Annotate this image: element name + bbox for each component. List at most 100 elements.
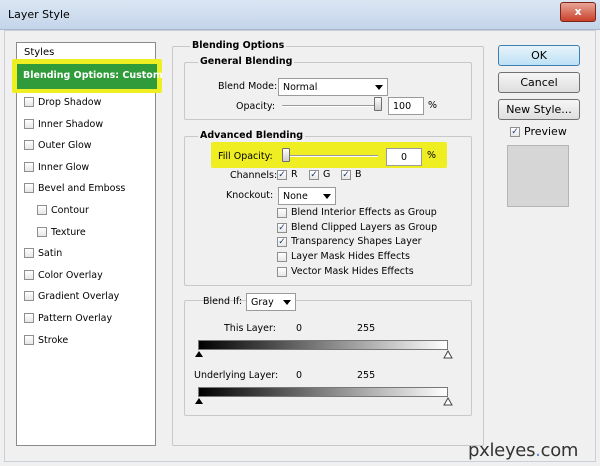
fill-opacity-label: Fill Opacity:	[218, 151, 273, 162]
underlying-layer-gradient	[198, 387, 448, 397]
blend-mode-value: Normal	[283, 82, 318, 93]
fill-opacity-unit: %	[427, 150, 437, 161]
style-label: Color Overlay	[38, 269, 103, 281]
preview-label: Preview	[524, 125, 567, 138]
underlying-layer-label: Underlying Layer:	[194, 370, 279, 381]
style-checkbox[interactable]	[24, 162, 34, 172]
underlying-layer-white-slider[interactable]	[443, 397, 453, 406]
option-transparency-shapes-layer[interactable]: ✓ Transparency Shapes Layer	[277, 236, 422, 247]
opacity-slider-track[interactable]	[282, 105, 382, 107]
option-vector-mask-hides-effects[interactable]: Vector Mask Hides Effects	[277, 266, 414, 277]
styles-item-inner-shadow[interactable]: Inner Shadow	[24, 116, 103, 132]
option-checkbox[interactable]: ✓	[277, 222, 287, 233]
option-layer-mask-hides-effects[interactable]: Layer Mask Hides Effects	[277, 251, 410, 262]
style-checkbox[interactable]	[37, 227, 47, 237]
option-checkbox[interactable]: ✓	[277, 236, 287, 247]
option-checkbox[interactable]	[277, 266, 287, 277]
underlying-layer-min: 0	[296, 370, 303, 381]
fill-opacity-input[interactable]: 0	[386, 148, 422, 166]
option-checkbox[interactable]	[277, 207, 287, 218]
styles-item-outer-glow[interactable]: Outer Glow	[24, 137, 92, 153]
option-blend-interior-effects-as-group[interactable]: Blend Interior Effects as Group	[277, 207, 437, 218]
style-checkbox[interactable]	[24, 291, 34, 301]
blending-options-title: Blending Options	[190, 40, 287, 51]
style-checkbox[interactable]	[24, 140, 34, 150]
option-label: Layer Mask Hides Effects	[291, 251, 410, 262]
styles-item-drop-shadow[interactable]: Drop Shadow	[24, 94, 101, 110]
option-label: Blend Interior Effects as Group	[291, 207, 437, 218]
window-title: Layer Style	[8, 8, 70, 21]
underlying-layer-black-slider[interactable]	[195, 398, 203, 404]
style-label: Inner Shadow	[38, 118, 104, 130]
channel-g[interactable]: ✓ G	[309, 169, 330, 180]
knockout-dropdown[interactable]: None	[278, 187, 336, 205]
styles-item-texture[interactable]: Texture	[37, 224, 86, 240]
option-checkbox[interactable]	[277, 251, 287, 262]
style-checkbox[interactable]	[24, 335, 34, 345]
style-checkbox[interactable]	[24, 270, 34, 280]
blend-if-value: Gray	[251, 297, 274, 308]
ok-button[interactable]: OK	[498, 45, 580, 66]
style-label: Gradient Overlay	[38, 290, 120, 302]
channel-b[interactable]: ✓ B	[341, 169, 362, 180]
style-label: Bevel and Emboss	[38, 182, 126, 194]
style-checkbox[interactable]	[24, 183, 34, 193]
watermark-logo: pxleyes.com	[468, 440, 579, 461]
title-bar: Layer Style x	[0, 0, 600, 30]
preview-toggle[interactable]: ✓ Preview	[510, 125, 567, 138]
underlying-layer-max: 255	[357, 370, 376, 381]
fill-opacity-slider-track[interactable]	[282, 155, 378, 157]
channel-g-checkbox[interactable]: ✓	[309, 169, 319, 180]
style-checkbox[interactable]	[24, 119, 34, 129]
style-checkbox[interactable]	[24, 97, 34, 107]
style-label: Contour	[51, 204, 89, 216]
chevron-down-icon	[283, 300, 291, 305]
blend-if-label: Blend If:	[203, 296, 243, 307]
this-layer-black-slider[interactable]	[195, 351, 203, 357]
new-style-button[interactable]: New Style...	[498, 99, 580, 120]
cancel-button[interactable]: Cancel	[498, 72, 580, 93]
styles-item-contour[interactable]: Contour	[37, 202, 89, 218]
this-layer-white-slider[interactable]	[443, 350, 453, 359]
option-label: Vector Mask Hides Effects	[291, 266, 414, 277]
chevron-down-icon	[323, 194, 331, 199]
blend-mode-dropdown[interactable]: Normal	[278, 78, 388, 96]
blend-if-group	[184, 300, 472, 416]
this-layer-min: 0	[296, 323, 303, 334]
general-blending-title: General Blending	[198, 56, 295, 67]
styles-item-satin[interactable]: Satin	[24, 245, 62, 261]
this-layer-label: This Layer:	[224, 323, 276, 334]
channel-r-label: R	[291, 169, 298, 180]
style-checkbox[interactable]	[24, 248, 34, 258]
opacity-input[interactable]: 100	[388, 97, 424, 115]
style-label: Texture	[51, 226, 86, 238]
close-button[interactable]: x	[560, 2, 596, 22]
opacity-unit: %	[428, 100, 438, 111]
this-layer-gradient	[198, 340, 448, 350]
channels-label: Channels:	[230, 170, 278, 181]
fill-opacity-slider-thumb[interactable]	[282, 148, 290, 162]
option-blend-clipped-layers-as-group[interactable]: ✓ Blend Clipped Layers as Group	[277, 222, 437, 233]
channel-r-checkbox[interactable]: ✓	[277, 169, 287, 180]
styles-item-bevel-and-emboss[interactable]: Bevel and Emboss	[24, 180, 125, 196]
style-label: Stroke	[38, 334, 69, 346]
advanced-blending-title: Advanced Blending	[198, 130, 306, 141]
style-checkbox[interactable]	[37, 205, 47, 215]
styles-item-inner-glow[interactable]: Inner Glow	[24, 159, 89, 175]
opacity-slider-thumb[interactable]	[374, 97, 382, 111]
style-checkbox[interactable]	[24, 313, 34, 323]
styles-item-pattern-overlay[interactable]: Pattern Overlay	[24, 310, 112, 326]
channel-b-checkbox[interactable]: ✓	[341, 169, 351, 180]
blend-mode-label: Blend Mode:	[218, 81, 278, 92]
styles-item-stroke[interactable]: Stroke	[24, 332, 68, 348]
preview-checkbox[interactable]: ✓	[510, 126, 520, 137]
option-label: Transparency Shapes Layer	[291, 236, 422, 247]
channel-r[interactable]: ✓ R	[277, 169, 298, 180]
close-icon: x	[574, 5, 582, 18]
chevron-down-icon	[375, 85, 383, 90]
styles-item-color-overlay[interactable]: Color Overlay	[24, 267, 103, 283]
preview-swatch	[507, 145, 569, 207]
styles-item-gradient-overlay[interactable]: Gradient Overlay	[24, 288, 119, 304]
blend-if-dropdown[interactable]: Gray	[246, 293, 296, 311]
styles-item-blending-options[interactable]: Blending Options: Custom	[17, 64, 163, 89]
